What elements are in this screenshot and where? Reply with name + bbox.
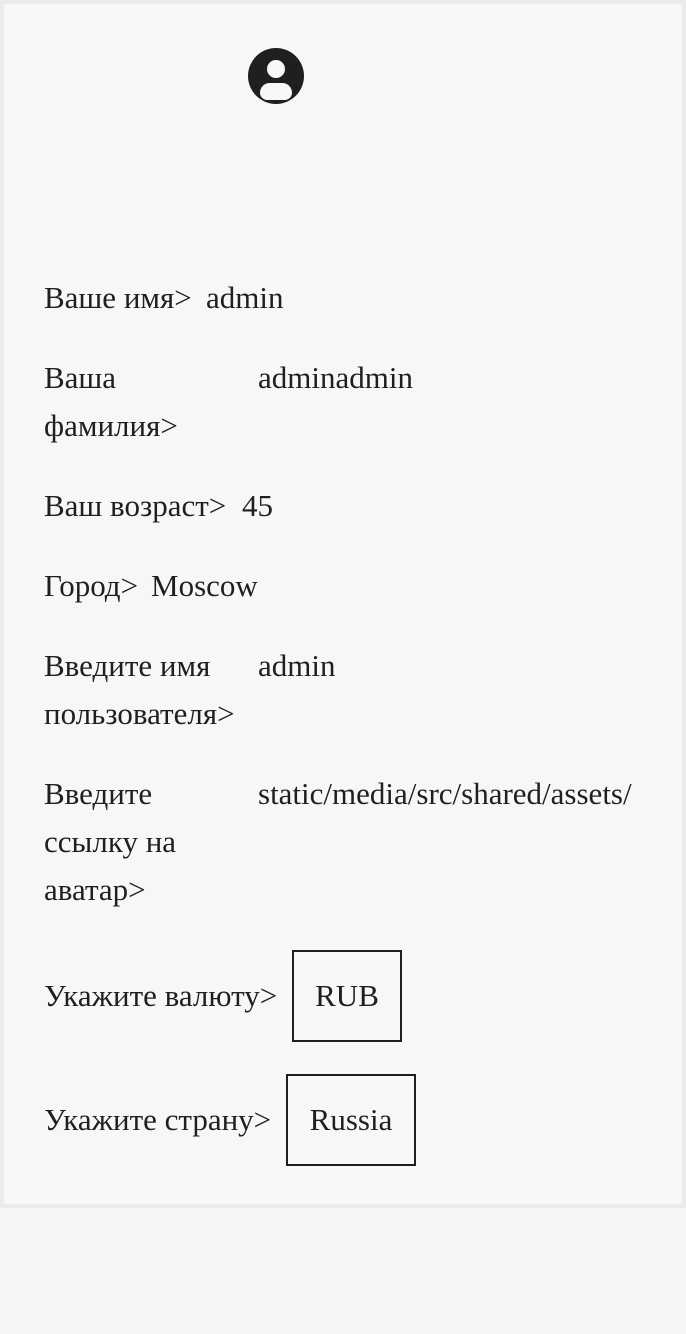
profile-card: Ваше имя> admin Ваша фамилия> adminadmin… xyxy=(0,0,686,1208)
avatar-link-label-line3: аватар> xyxy=(44,872,146,907)
last-name-label-line2: фамилия> xyxy=(44,408,178,443)
first-name-value[interactable]: admin xyxy=(206,274,284,322)
country-select[interactable]: Russia xyxy=(286,1074,416,1166)
avatar-link-label-line1: Введите xyxy=(44,776,153,811)
city-label: Город> xyxy=(44,568,139,603)
avatar-link-label-line2: ссылку на xyxy=(44,824,177,859)
username-value[interactable]: admin xyxy=(258,642,336,690)
avatar-link-value[interactable]: static/media/src/shared/assets/ xyxy=(258,770,632,818)
username-label-line1: Введите имя xyxy=(44,648,211,683)
age-label: Ваш возраст> xyxy=(44,488,227,523)
currency-label: Укажите валюту> xyxy=(44,978,278,1013)
age-value[interactable]: 45 xyxy=(242,482,273,530)
avatar-link-label: Введите ссылку на аватар> xyxy=(44,770,176,914)
avatar-shoulders-shape xyxy=(260,83,292,100)
last-name-label: Ваша фамилия> xyxy=(44,354,178,450)
user-avatar-icon[interactable] xyxy=(248,48,304,104)
country-label: Укажите страну> xyxy=(44,1102,272,1137)
avatar-head-shape xyxy=(267,60,285,78)
first-name-label: Ваше имя> xyxy=(44,280,192,315)
username-label: Введите имя пользователя> xyxy=(44,642,235,738)
last-name-value[interactable]: adminadmin xyxy=(258,354,413,402)
currency-select[interactable]: RUB xyxy=(292,950,402,1042)
city-value[interactable]: Moscow xyxy=(151,562,258,610)
username-label-line2: пользователя> xyxy=(44,696,235,731)
last-name-label-line1: Ваша xyxy=(44,360,117,395)
